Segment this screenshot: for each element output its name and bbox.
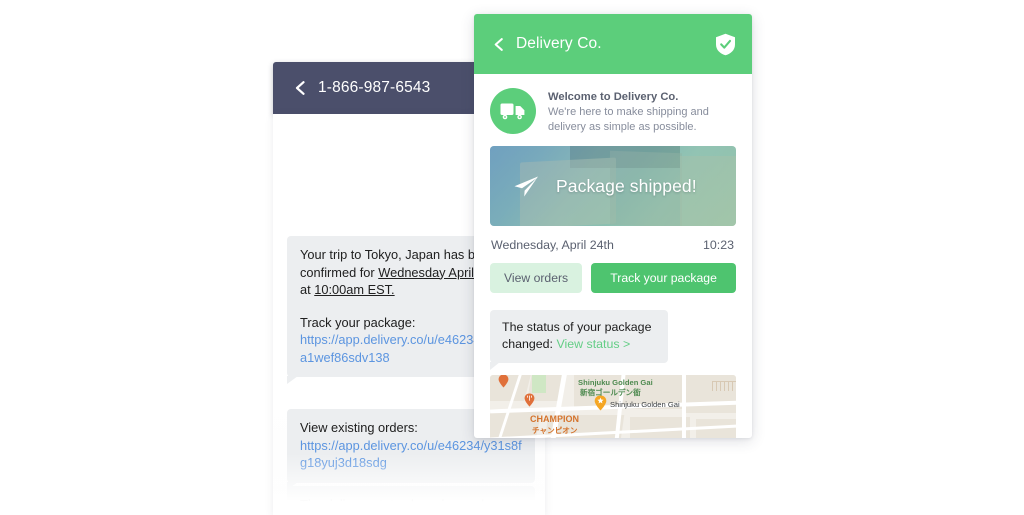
delivery-truck-icon: [500, 103, 525, 120]
message-meta-row: Wednesday, April 24th 10:23: [474, 226, 752, 252]
map-railway: [712, 381, 736, 391]
status-message-bubble: The status of your package changed: View…: [490, 310, 668, 370]
chevron-left-icon[interactable]: [293, 81, 307, 95]
widget-header: Delivery Co.: [474, 14, 752, 74]
sms-orders-link[interactable]: https://app.delivery.co/u/e46234/y31s8fg…: [300, 437, 522, 472]
star-pin-icon: [594, 395, 607, 411]
sms-section-label: The delivery status has changed:: [300, 497, 488, 512]
view-orders-button[interactable]: View orders: [490, 263, 583, 293]
shield-check-icon: [716, 33, 735, 55]
sms-line-3-underlined: 10:00am EST.: [314, 282, 395, 297]
avatar: [490, 88, 536, 134]
map-label: チャンピオン: [532, 426, 578, 435]
sms-line-2-prefix: confirmed for: [300, 264, 379, 280]
welcome-text: Welcome to Delivery Co. We're here to ma…: [548, 88, 734, 134]
view-status-link[interactable]: View status >: [556, 337, 630, 351]
message-time: 10:23: [702, 238, 734, 252]
paper-plane-icon: [514, 176, 538, 197]
place-marker-icon: [498, 375, 509, 388]
map-label: 新宿ゴールデン衜: [580, 388, 641, 397]
track-package-button[interactable]: Track your package: [591, 263, 736, 293]
package-shipped-banner: Package shipped!: [490, 146, 736, 226]
action-button-row: View orders Track your package: [474, 252, 752, 293]
welcome-title: Welcome to Delivery Co.: [548, 91, 679, 103]
map-label: CHAMPION: [530, 414, 579, 424]
map-label: Shinjuku Golden Gai: [578, 378, 653, 387]
map-preview[interactable]: Shinjuku Golden Gai 新宿ゴールデン衜 Shinjuku Go…: [490, 375, 736, 438]
welcome-subtitle: We're here to make shipping and delivery…: [548, 106, 709, 133]
delivery-widget-card: Delivery Co. Welcome to Delivery Co. We'…: [474, 14, 752, 438]
message-date: Wednesday, April 24th: [491, 238, 614, 252]
banner-content: Package shipped!: [490, 146, 736, 226]
sms-message-bubble: The delivery status has changed: https:/…: [287, 486, 535, 515]
phone-number-label: 1-866-987-6543: [318, 79, 431, 96]
chevron-left-icon[interactable]: [492, 37, 505, 51]
restaurant-pin-icon: [524, 393, 535, 407]
map-label: Shinjuku Golden Gai: [610, 400, 680, 409]
welcome-row: Welcome to Delivery Co. We're here to ma…: [474, 74, 752, 146]
map-park-area: [532, 375, 546, 393]
sms-line-3-prefix: at: [300, 282, 315, 297]
banner-label: Package shipped!: [556, 175, 697, 196]
widget-title: Delivery Co.: [516, 35, 602, 52]
